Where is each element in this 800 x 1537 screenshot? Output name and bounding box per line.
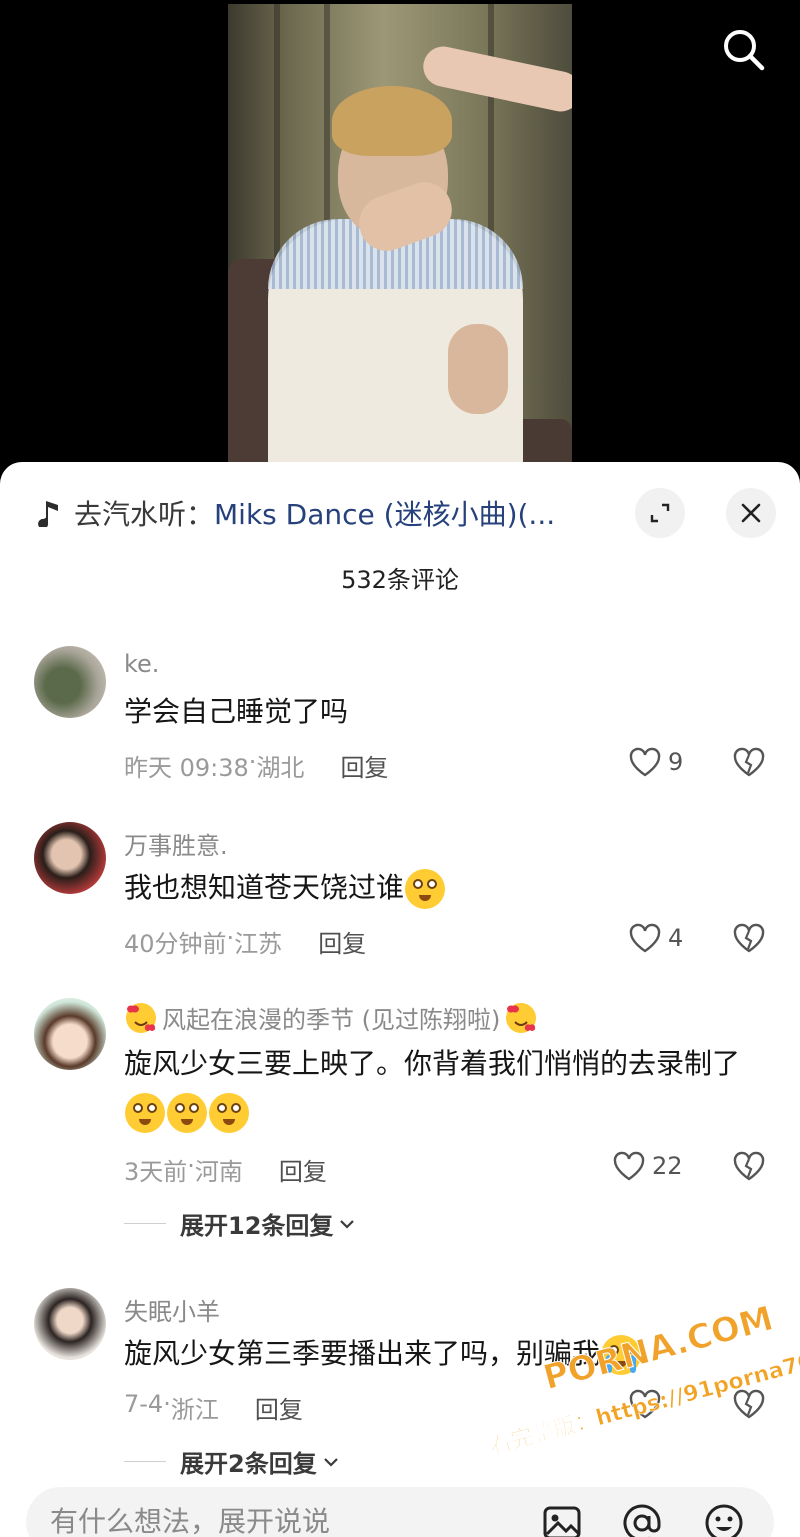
meta-separator: · [187, 1152, 195, 1180]
smiling-hearts-emoji-icon [126, 1002, 156, 1033]
expand-replies-button[interactable]: 展开12条回复 [124, 1206, 357, 1241]
chevron-down-icon [323, 1457, 338, 1467]
music-prefix: 去汽水听： [74, 498, 215, 531]
music-link[interactable]: 去汽水听： Miks Dance (迷核小曲)(... [36, 492, 555, 534]
reply-button[interactable]: 回复 [279, 1152, 327, 1187]
close-icon [741, 503, 761, 523]
meta-separator: · [248, 748, 257, 776]
comment-meta: 40分钟前 · 江苏 回复 [124, 924, 366, 959]
heart-icon [629, 1389, 661, 1419]
flushed-emoji-icon [405, 869, 446, 909]
reply-button[interactable]: 回复 [340, 748, 388, 783]
broken-heart-icon [733, 923, 765, 953]
comment-count: 532条评论 [341, 566, 459, 594]
comment-item: 万事胜意. 我也想知道苍天饶过谁 40分钟前 · 江苏 回复 4 [0, 820, 800, 970]
comment-time: 7-4 [124, 1390, 164, 1418]
heart-icon [613, 1151, 645, 1181]
reply-button[interactable]: 回复 [255, 1390, 303, 1425]
broken-heart-icon [733, 1389, 765, 1419]
reply-button[interactable]: 回复 [318, 924, 366, 959]
avatar[interactable] [34, 646, 106, 718]
chevron-down-icon [340, 1219, 355, 1229]
flushed-emoji-icon [209, 1093, 249, 1133]
comment-text: 我也想知道苍天饶过谁 [124, 864, 764, 912]
expand-replies-button[interactable]: 展开2条回复 [124, 1444, 341, 1479]
heart-icon [629, 747, 661, 777]
divider [124, 1461, 166, 1462]
like-button[interactable]: 22 [612, 1150, 683, 1182]
comment-author[interactable]: ke. [124, 650, 159, 678]
image-icon[interactable] [540, 1501, 584, 1537]
comment-text-content: 我也想知道苍天饶过谁 [124, 871, 405, 904]
comment-time: 40分钟前 [124, 930, 227, 958]
comment-meta: 昨天 09:38 · 湖北 回复 [124, 748, 388, 783]
expand-icon [650, 503, 670, 523]
like-count: 4 [668, 924, 684, 952]
comment-input-bar [26, 1487, 774, 1537]
mention-icon[interactable] [620, 1501, 664, 1537]
broken-heart-icon [733, 747, 765, 777]
comment-location: 湖北 [256, 754, 305, 782]
expand-replies-label: 展开12条回复 [180, 1212, 334, 1240]
comment-location: 浙江 [170, 1396, 219, 1424]
video-frame[interactable] [228, 4, 572, 480]
comment-item: 失眠小羊 旋风少女第三季要播出来了吗，别骗我 7-4 · 浙江 回复 展开2条回… [0, 1286, 800, 1479]
flushed-emoji-icon [167, 1093, 207, 1133]
comment-author[interactable]: 风起在浪漫的季节 (见过陈翔啦) [124, 1000, 538, 1035]
video-player[interactable] [0, 0, 800, 480]
comment-text-content: 旋风少女三要上映了。你背着我们悄悄的去录制了 [124, 1047, 741, 1080]
comment-item: 风起在浪漫的季节 (见过陈翔啦) 旋风少女三要上映了。你背着我们悄悄的去录制了 … [0, 996, 800, 1246]
dislike-button[interactable] [732, 1388, 766, 1424]
comment-author[interactable]: 失眠小羊 [124, 1292, 220, 1327]
comment-author[interactable]: 万事胜意. [124, 826, 228, 861]
avatar[interactable] [34, 1288, 106, 1360]
heart-icon [629, 923, 661, 953]
close-button[interactable] [726, 488, 776, 538]
comment-input[interactable] [50, 1501, 470, 1537]
comment-time: 昨天 09:38 [124, 754, 249, 782]
divider [124, 1223, 166, 1224]
comment-text-content: 旋风少女第三季要播出来了吗，别骗我 [124, 1337, 601, 1370]
comment-text: 旋风少女三要上映了。你背着我们悄悄的去录制了 [124, 1040, 774, 1136]
comment-meta: 7-4 · 浙江 回复 [124, 1390, 303, 1425]
avatar[interactable] [34, 822, 106, 894]
comment-sheet: 去汽水听： Miks Dance (迷核小曲)(... 532条评论 ke. 学… [0, 462, 800, 1537]
dislike-button[interactable] [732, 746, 766, 782]
comment-meta: 3天前 · 河南 回复 [124, 1152, 327, 1187]
like-button[interactable]: 4 [628, 922, 683, 954]
music-title[interactable]: Miks Dance (迷核小曲)(... [214, 493, 555, 533]
comment-text: 旋风少女第三季要播出来了吗，别骗我 [124, 1330, 764, 1378]
flushed-emoji-icon [125, 1093, 165, 1133]
expand-replies-label: 展开2条回复 [180, 1450, 317, 1478]
dislike-button[interactable] [732, 1150, 766, 1186]
like-button[interactable]: 9 [628, 746, 683, 778]
crying-emoji-icon [601, 1335, 642, 1375]
comment-location: 江苏 [234, 930, 283, 958]
expand-button[interactable] [635, 488, 685, 538]
comment-text: 学会自己睡觉了吗 [124, 695, 349, 728]
emoji-icon[interactable] [702, 1501, 746, 1537]
avatar[interactable] [34, 998, 106, 1070]
meta-separator: · [163, 1390, 171, 1418]
comment-time: 3天前 [124, 1158, 188, 1186]
comment-item: ke. 学会自己睡觉了吗 昨天 09:38 · 湖北 回复 9 [0, 644, 800, 794]
like-button[interactable] [628, 1388, 668, 1420]
search-icon[interactable] [718, 24, 770, 76]
music-note-icon [38, 501, 58, 527]
smiling-hearts-emoji-icon [506, 1002, 537, 1033]
like-count: 9 [668, 748, 684, 776]
dislike-button[interactable] [732, 922, 766, 958]
meta-separator: · [226, 924, 235, 952]
comment-author-name: 风起在浪漫的季节 (见过陈翔啦) [162, 1006, 501, 1034]
like-count: 22 [652, 1152, 683, 1180]
comment-location: 河南 [194, 1158, 243, 1186]
broken-heart-icon [733, 1151, 765, 1181]
